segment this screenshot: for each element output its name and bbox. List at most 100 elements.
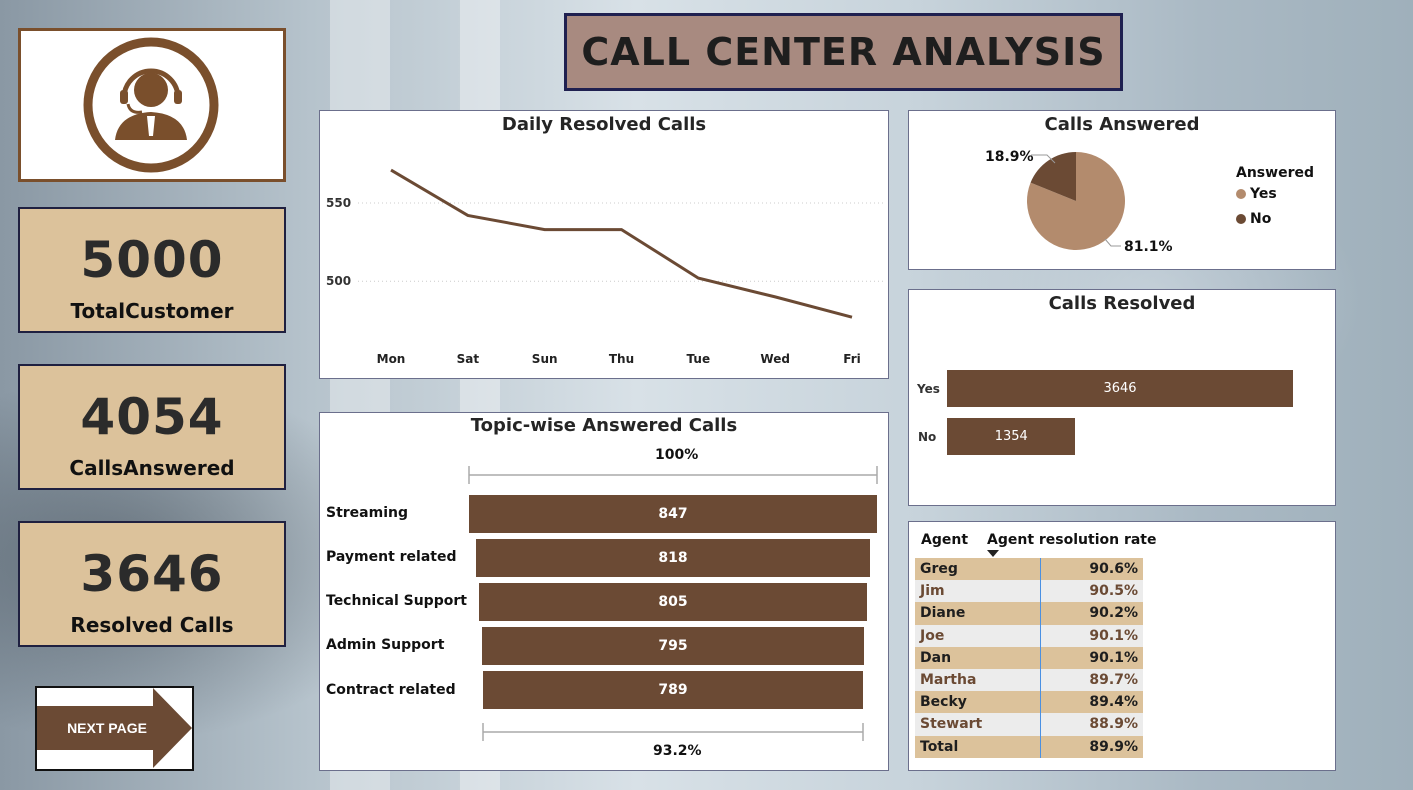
kpi-label: Resolved Calls <box>70 613 234 637</box>
page-title: CALL CENTER ANALYSIS <box>581 30 1106 74</box>
agent-rate: 88.9% <box>1040 713 1143 736</box>
column-header-rate[interactable]: Agent resolution rate <box>987 532 1157 548</box>
table-row[interactable]: Becky 89.4% <box>915 691 1143 714</box>
topic-label-payment: Payment related <box>326 549 457 565</box>
kpi-value: 4054 <box>80 388 224 446</box>
funnel-bar-streaming[interactable]: 847 <box>469 495 877 533</box>
kpi-label: TotalCustomer <box>70 299 234 323</box>
kpi-total-customer: 5000 TotalCustomer <box>18 207 286 333</box>
agent-name: Diane <box>920 605 966 622</box>
topic-label-technical: Technical Support <box>326 593 467 609</box>
table-row[interactable]: Diane 90.2% <box>915 602 1143 625</box>
funnel-bar-contract[interactable]: 789 <box>482 671 864 709</box>
funnel-bar-admin[interactable]: 795 <box>481 627 865 665</box>
page-title-box: CALL CENTER ANALYSIS <box>564 13 1123 91</box>
legend-dot-yes <box>1236 189 1246 199</box>
topic-wise-panel: Topic-wise Answered Calls 100% 93.2% Str… <box>319 412 889 771</box>
table-row[interactable]: Joe 90.1% <box>915 624 1143 647</box>
topic-label-streaming: Streaming <box>326 505 408 521</box>
legend-item-no[interactable]: No <box>1236 211 1314 227</box>
data-label: 3646 <box>1103 381 1137 396</box>
legend-title: Answered <box>1236 165 1314 181</box>
agent-table: Greg 90.6% Jim 90.5% Diane 90.2% Joe 90.1% D… <box>915 558 1143 758</box>
funnel-bracket-top <box>468 466 878 484</box>
calls-answered-panel: Calls Answered 18.9% 81.1% Answered Yes … <box>908 110 1336 270</box>
table-row[interactable]: Martha 89.7% <box>915 668 1143 692</box>
kpi-value: 5000 <box>80 231 224 289</box>
category-label: Yes <box>917 382 940 396</box>
agent-table-panel: Agent Agent resolution rate Greg 90.6% Ji… <box>908 521 1336 771</box>
funnel-top-label: 100% <box>655 447 699 463</box>
calls-resolved-panel: Calls Resolved Yes No 3646 1354 <box>908 289 1336 506</box>
agent-name: Greg <box>920 561 958 578</box>
legend-item-yes[interactable]: Yes <box>1236 186 1314 202</box>
kpi-label: CallsAnswered <box>69 456 235 480</box>
agent-name: Dan <box>920 649 952 666</box>
agent-name: Martha <box>920 672 977 689</box>
funnel-bracket-bottom <box>482 723 864 741</box>
line-chart: 550 500 Mon Sat Sun Thu Tue Wed Fri <box>326 168 885 366</box>
topic-label-contract: Contract related <box>326 682 456 698</box>
column-header-agent[interactable]: Agent <box>921 532 968 548</box>
kpi-resolved-calls: 3646 Resolved Calls <box>18 521 286 647</box>
kpi-value: 3646 <box>80 545 224 603</box>
funnel-bar-payment[interactable]: 818 <box>475 539 870 577</box>
legend-label: Yes <box>1250 186 1277 202</box>
funnel-bottom-label: 93.2% <box>653 743 702 759</box>
y-tick-label: 550 <box>326 196 351 210</box>
kpi-calls-answered: 4054 CallsAnswered <box>18 364 286 490</box>
x-tick-label: Fri <box>843 352 860 366</box>
x-tick-label: Tue <box>687 352 711 366</box>
table-row[interactable]: Dan 90.1% <box>915 646 1143 669</box>
series-line[interactable] <box>390 168 853 319</box>
agent-name: Becky <box>920 694 967 711</box>
table-total-row: Total 89.9% <box>915 735 1143 758</box>
category-label: No <box>918 430 937 444</box>
bar-yes[interactable]: 3646 <box>947 370 1293 407</box>
table-row[interactable]: Stewart 88.9% <box>915 713 1143 736</box>
daily-resolved-calls-panel: Daily Resolved Calls 550 500 Mon Sat Sun Thu T… <box>319 110 889 379</box>
chart-title: Calls Resolved <box>1048 293 1196 314</box>
chart-title: Topic-wise Answered Calls <box>470 415 738 436</box>
agent-name: Jim <box>920 583 945 600</box>
agent-rate: 90.2% <box>1040 602 1143 625</box>
data-label: 1354 <box>994 429 1028 444</box>
data-label: 795 <box>658 638 688 654</box>
data-label: 818 <box>658 550 688 566</box>
pie-label-no: 18.9% <box>985 149 1034 165</box>
leader-line <box>1104 238 1121 247</box>
agent-name: Joe <box>920 627 945 644</box>
legend-dot-no <box>1236 214 1246 224</box>
bar-no[interactable]: 1354 <box>947 418 1076 455</box>
table-row[interactable]: Greg 90.6% <box>915 558 1143 581</box>
data-label: 805 <box>658 594 688 610</box>
y-tick-label: 500 <box>326 274 351 288</box>
legend-label: No <box>1250 211 1272 227</box>
data-label: 789 <box>658 682 688 698</box>
agent-rate: 90.1% <box>1040 646 1143 669</box>
x-tick-label: Wed <box>760 352 790 366</box>
next-page-label: NEXT PAGE <box>67 720 147 736</box>
agent-rate: 90.1% <box>1040 624 1143 647</box>
sort-descending-icon[interactable] <box>987 550 999 558</box>
data-label: 847 <box>658 506 688 522</box>
agent-rate: 89.7% <box>1040 668 1143 692</box>
funnel-bar-technical[interactable]: 805 <box>479 583 867 621</box>
logo-panel <box>18 28 286 182</box>
legend: Answered Yes No <box>1236 165 1314 227</box>
x-tick-label: Thu <box>609 352 634 366</box>
pie-label-yes: 81.1% <box>1124 239 1173 255</box>
agent-name: Stewart <box>920 716 983 733</box>
next-page-button[interactable]: NEXT PAGE <box>35 686 194 771</box>
agent-rate: 90.5% <box>1040 580 1143 603</box>
agent-rate: 89.4% <box>1040 691 1143 714</box>
total-label: Total <box>920 738 959 755</box>
agent-rate: 90.6% <box>1040 558 1143 581</box>
x-tick-label: Sun <box>532 352 558 366</box>
total-rate: 89.9% <box>1040 735 1143 758</box>
table-row[interactable]: Jim 90.5% <box>915 580 1143 603</box>
topic-label-admin: Admin Support <box>326 637 445 653</box>
x-tick-label: Mon <box>377 352 406 366</box>
headset-agent-icon <box>83 37 219 173</box>
x-tick-label: Sat <box>457 352 480 366</box>
